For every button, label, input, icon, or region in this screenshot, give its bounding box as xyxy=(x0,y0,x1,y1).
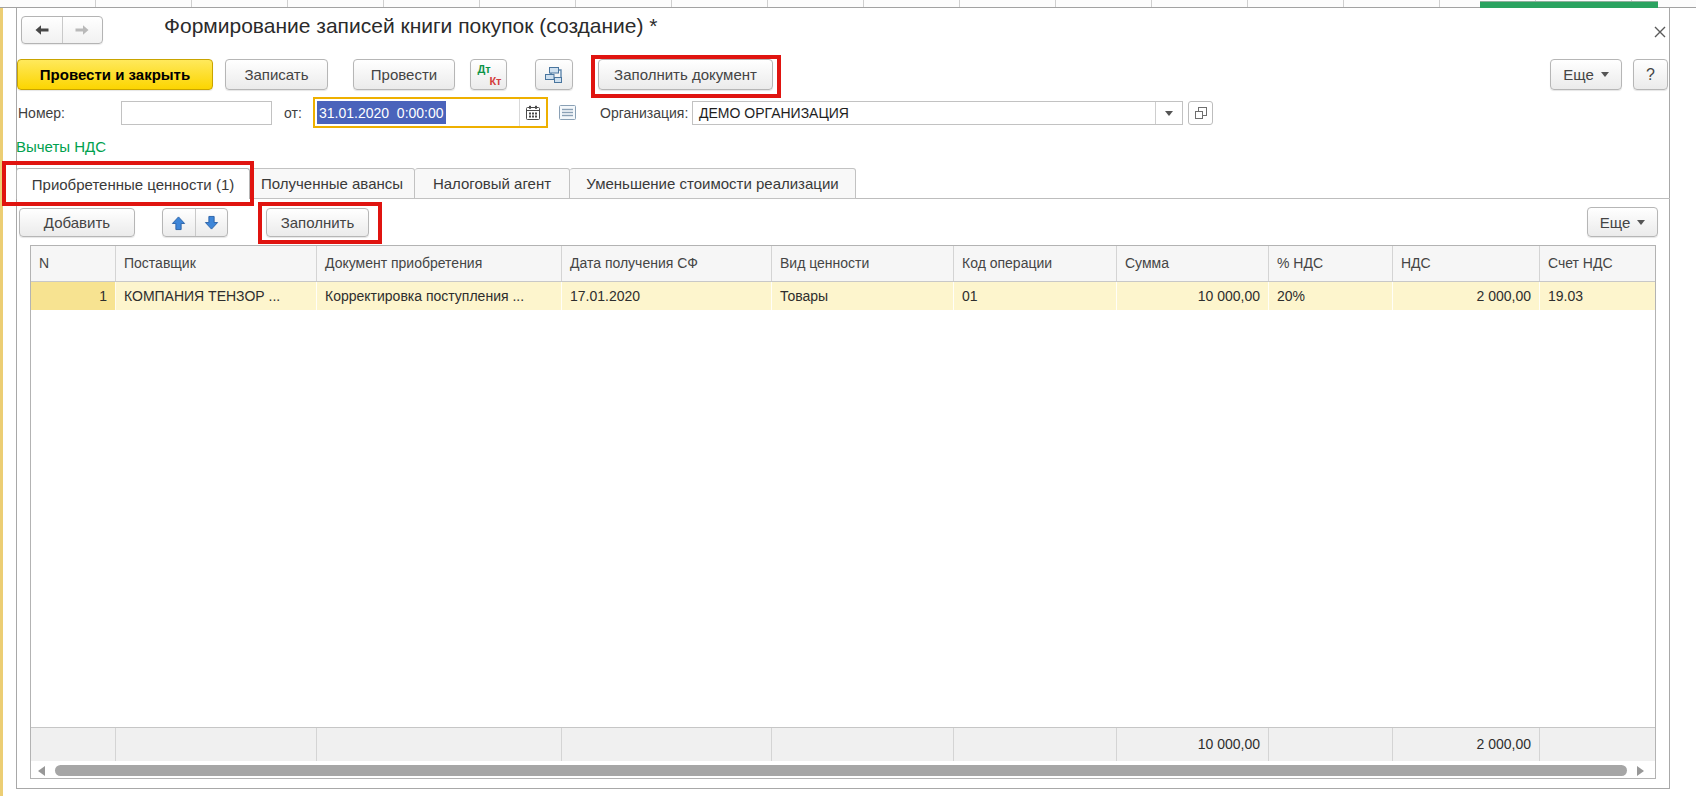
col-vat[interactable]: НДС xyxy=(1393,246,1540,281)
add-row-button[interactable]: Добавить xyxy=(19,208,135,237)
col-sum[interactable]: Сумма xyxy=(1117,246,1269,281)
table-header: N Поставщик Документ приобретения Дата п… xyxy=(31,246,1655,282)
more-button-top[interactable]: Еще xyxy=(1550,59,1622,90)
organization-value: ДЕМО ОРГАНИЗАЦИЯ xyxy=(693,105,1155,121)
chevron-down-icon xyxy=(1601,72,1609,77)
col-document[interactable]: Документ приобретения xyxy=(317,246,562,281)
structure-icon xyxy=(544,65,564,85)
date-input[interactable]: 31.01.2020 0:00:00 xyxy=(313,97,548,128)
purchases-table: N Поставщик Документ приобретения Дата п… xyxy=(30,245,1656,779)
page-title: Формирование записей книги покупок (созд… xyxy=(164,14,658,38)
forward-arrow-icon xyxy=(74,24,90,36)
chevron-down-icon xyxy=(1637,220,1645,225)
date-label: от: xyxy=(284,101,302,125)
move-up-button[interactable] xyxy=(163,209,196,236)
forward-button[interactable] xyxy=(63,17,103,43)
tab-received-advances[interactable]: Полученные авансы xyxy=(250,168,415,199)
background-tab-strip xyxy=(0,0,1696,8)
organization-input[interactable]: ДЕМО ОРГАНИЗАЦИЯ xyxy=(692,101,1183,125)
total-sum: 10 000,00 xyxy=(1117,728,1269,761)
back-arrow-icon xyxy=(34,24,50,36)
dtkt-button[interactable]: Дт Кт xyxy=(470,59,507,90)
date-value-selected: 31.01.2020 0:00:00 xyxy=(317,101,446,124)
tab-cost-reduction[interactable]: Уменьшение стоимости реализации xyxy=(570,168,856,199)
table-footer: 10 000,00 2 000,00 xyxy=(31,727,1655,761)
document-structure-button[interactable] xyxy=(535,59,573,90)
col-n[interactable]: N xyxy=(31,246,116,281)
back-button[interactable] xyxy=(22,17,63,43)
number-input[interactable] xyxy=(121,101,272,125)
col-vat-account[interactable]: Счет НДС xyxy=(1540,246,1655,281)
scroll-right-icon[interactable] xyxy=(1637,766,1644,776)
col-date[interactable]: Дата получения СФ xyxy=(562,246,772,281)
scroll-left-icon[interactable] xyxy=(38,766,45,776)
post-button[interactable]: Провести xyxy=(353,59,455,90)
arrow-up-icon xyxy=(171,215,186,231)
post-and-close-button[interactable]: Провести и закрыть xyxy=(17,59,213,90)
arrow-down-icon xyxy=(204,215,219,231)
col-value-type[interactable]: Вид ценности xyxy=(772,246,954,281)
list-select-icon[interactable] xyxy=(558,104,578,122)
move-row-buttons xyxy=(162,208,228,237)
move-down-button[interactable] xyxy=(196,209,228,236)
organization-open-button[interactable] xyxy=(1188,101,1213,125)
active-section-indicator xyxy=(1480,1,1658,8)
fill-document-button[interactable]: Заполнить документ xyxy=(598,59,773,90)
dtkt-icon: Дт Кт xyxy=(478,64,500,86)
window-edge-accent xyxy=(0,8,3,796)
table-row[interactable]: 1 КОМПАНИЯ ТЕНЗОР ... Корректировка пост… xyxy=(31,282,1655,310)
col-supplier[interactable]: Поставщик xyxy=(116,246,317,281)
col-vat-percent[interactable]: % НДС xyxy=(1269,246,1393,281)
open-icon xyxy=(1194,106,1208,120)
help-button[interactable]: ? xyxy=(1633,59,1668,90)
tab-acquired-values[interactable]: Приобретенные ценности (1) xyxy=(16,168,250,199)
fill-button[interactable]: Заполнить xyxy=(266,208,369,237)
save-button[interactable]: Записать xyxy=(225,59,328,90)
chevron-down-icon xyxy=(1165,111,1173,116)
nav-buttons xyxy=(21,16,103,44)
total-vat: 2 000,00 xyxy=(1393,728,1540,761)
organization-label: Организация: xyxy=(600,101,688,125)
number-label: Номер: xyxy=(18,101,65,125)
more-button-table[interactable]: Еще xyxy=(1587,207,1658,237)
tab-tax-agent[interactable]: Налоговый агент xyxy=(415,168,570,199)
close-icon[interactable] xyxy=(1652,24,1668,40)
calendar-icon[interactable] xyxy=(525,105,541,121)
vat-deductions-link[interactable]: Вычеты НДС xyxy=(16,138,106,155)
organization-dropdown-button[interactable] xyxy=(1155,102,1182,124)
horizontal-scrollbar[interactable] xyxy=(55,765,1627,776)
col-operation-code[interactable]: Код операции xyxy=(954,246,1117,281)
